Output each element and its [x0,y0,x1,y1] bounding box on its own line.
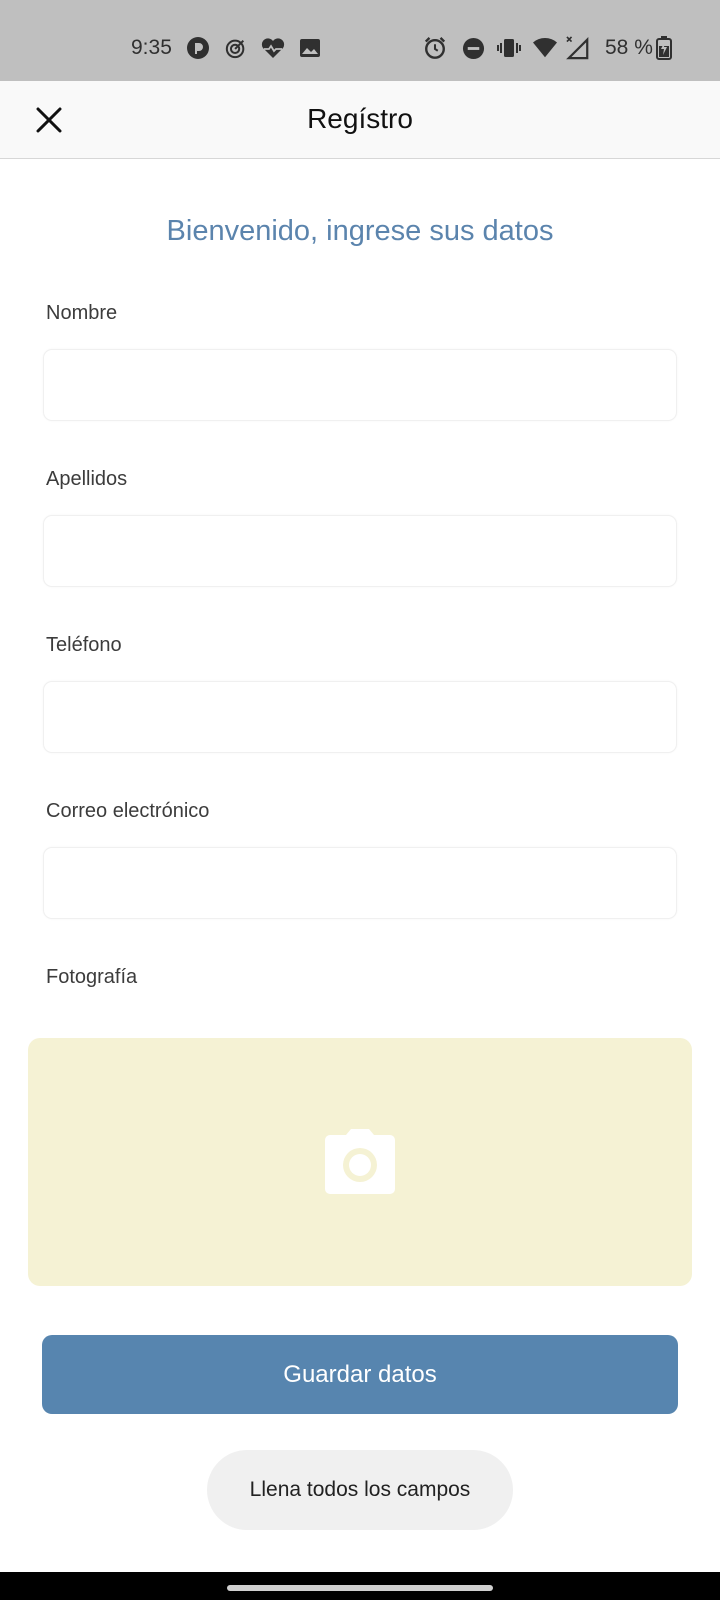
fotografia-label: Fotografía [46,966,138,988]
target-icon [224,36,248,60]
apellidos-label: Apellidos [46,468,128,490]
home-indicator[interactable] [227,1585,493,1591]
app-bar: Regístro [0,81,720,159]
heart-rate-icon [261,36,285,60]
camera-icon [325,1129,395,1194]
signal-icon [566,36,590,60]
page-title: Regístro [307,103,413,134]
do-not-disturb-icon [461,36,485,60]
vibrate-icon [497,36,521,60]
image-icon [298,36,322,60]
toast-message: Llena todos los campos [207,1450,513,1530]
alarm-icon [423,36,447,60]
correo-label: Correo electrónico [46,800,210,822]
status-time: 9:35 [131,36,172,59]
nombre-field[interactable] [43,349,677,421]
correo-field[interactable] [43,847,677,919]
battery-percentage: 58 % [605,36,653,59]
battery-charging-icon [652,36,676,60]
telefono-field[interactable] [43,681,677,753]
photo-picker[interactable] [28,1038,692,1286]
telefono-label: Teléfono [46,634,122,656]
wifi-icon [533,36,557,60]
status-bar: 9:35 58 % [0,0,720,81]
save-button[interactable]: Guardar datos [42,1335,678,1414]
welcome-heading: Bienvenido, ingrese sus datos [166,215,554,247]
pocketcasts-icon [186,36,210,60]
apellidos-field[interactable] [43,515,677,587]
nombre-label: Nombre [46,302,118,324]
